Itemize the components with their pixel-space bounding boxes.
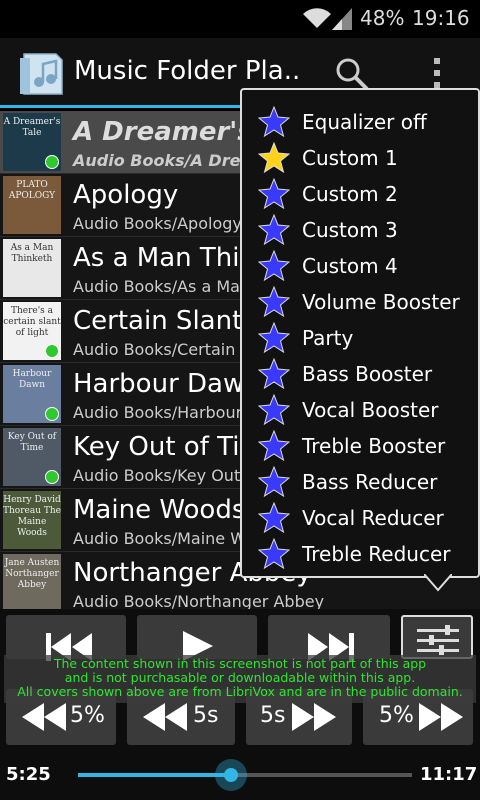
rewind-icon [143,703,187,731]
star-icon [258,286,290,318]
star-icon [258,250,290,282]
downloaded-indicator-icon [45,344,59,358]
elapsed-time: 5:25 [6,764,51,785]
app-folder-icon[interactable] [16,50,66,96]
status-bar: 48% 19:16 [0,0,480,38]
album-cover: Jane Austen Northanger Abbey [3,554,61,609]
star-icon [258,322,290,354]
equalizer-preset-label: Party [302,326,354,350]
equalizer-preset-item[interactable]: Party [242,320,478,356]
equalizer-preset-item[interactable]: Volume Booster [242,284,478,320]
notice-line: and is not purchasable or downloadable w… [64,670,416,685]
track-title: Harbour Dawn [73,369,261,399]
star-icon [258,538,290,570]
app-title: Music Folder Pla... [74,56,300,86]
equalizer-preset-label: Vocal Booster [302,398,439,422]
equalizer-preset-label: Treble Booster [302,434,446,458]
track-path: Audio Books/Northanger Abbey [73,592,325,609]
album-cover: Key Out of Time [3,428,61,486]
star-icon [258,430,290,462]
album-cover: PLATO APOLOGY [3,176,61,234]
seek-bar[interactable] [78,759,412,791]
disclaimer-notice: The content shown in this screenshot is … [4,655,476,703]
cover-text: PLATO APOLOGY [8,180,56,201]
fast-forward-icon [292,703,336,731]
equalizer-preset-item[interactable]: Vocal Booster [242,392,478,428]
cover-text: Harbour Dawn [12,369,52,390]
equalizer-preset-label: Custom 4 [302,254,398,278]
equalizer-preset-label: Equalizer off [302,110,427,134]
equalizer-preset-menu: Equalizer off Custom 1 Custom 2 Custom 3 Cus… [240,88,480,578]
equalizer-preset-label: Custom 1 [302,146,398,170]
rewind-seconds-label: 5s [193,703,219,728]
cover-text: Jane Austen Northanger Abbey [4,558,60,590]
album-cover: Harbour Dawn [3,365,61,423]
notice-line: The content shown in this screenshot is … [53,656,427,671]
equalizer-preset-label: Custom 3 [302,218,398,242]
equalizer-preset-item[interactable]: Equalizer off [242,104,478,140]
equalizer-preset-item[interactable]: Custom 2 [242,176,478,212]
rewind-icon [22,703,66,731]
downloaded-indicator-icon [45,407,59,421]
rewind-percent-label: 5% [70,703,105,728]
equalizer-preset-label: Treble Reducer [302,542,451,566]
track-path: Audio Books/Apology [73,214,242,233]
overflow-menu-icon[interactable] [432,58,442,90]
seek-progress [78,773,231,777]
star-icon [258,358,290,390]
star-icon [258,106,290,138]
equalizer-preset-label: Bass Booster [302,362,433,386]
battery-percentage: 48% [360,6,405,30]
equalizer-icon [417,625,459,655]
equalizer-preset-item[interactable]: Custom 1 [242,140,478,176]
equalizer-preset-label: Volume Booster [302,290,460,314]
search-icon[interactable] [334,56,370,92]
equalizer-preset-item[interactable]: Treble Reducer [242,536,478,572]
equalizer-preset-item[interactable]: Custom 3 [242,212,478,248]
total-time: 11:17 [420,764,478,785]
signal-icon [332,8,352,30]
seek-thumb[interactable] [215,759,247,791]
equalizer-preset-item[interactable]: Vocal Reducer [242,500,478,536]
status-clock: 19:16 [412,6,470,30]
downloaded-indicator-icon [45,155,59,169]
popup-pointer [424,574,452,592]
star-icon [258,142,290,174]
notice-line: All covers shown above are from LibriVox… [17,684,463,699]
equalizer-preset-item[interactable]: Treble Booster [242,428,478,464]
star-icon [258,214,290,246]
cover-text: Henry David Thoreau The Maine Woods [3,495,61,538]
star-icon [258,394,290,426]
album-cover: There's a certain slant of light [3,302,61,360]
equalizer-button[interactable] [401,615,473,659]
next-track-button[interactable] [268,615,390,661]
forward-percent-label: 5% [379,703,414,728]
forward-seconds-label: 5s [260,703,286,728]
track-title: Apology [73,180,179,210]
album-cover: A Dreamer's Tale [3,113,61,171]
downloaded-indicator-icon [45,470,59,484]
star-icon [258,502,290,534]
previous-track-button[interactable] [6,615,126,661]
equalizer-preset-item[interactable]: Custom 4 [242,248,478,284]
equalizer-preset-label: Vocal Reducer [302,506,444,530]
equalizer-preset-label: Bass Reducer [302,470,438,494]
album-cover: Henry David Thoreau The Maine Woods [3,491,61,549]
equalizer-preset-label: Custom 2 [302,182,398,206]
cover-text: As a Man Thinketh [10,243,54,264]
track-title: Maine Woods [73,495,246,525]
star-icon [258,466,290,498]
cover-text: There's a certain slant of light [3,306,61,338]
equalizer-preset-item[interactable]: Bass Reducer [242,464,478,500]
wifi-icon [303,8,331,28]
star-icon [258,178,290,210]
album-cover: As a Man Thinketh [3,239,61,297]
cover-text: A Dreamer's Tale [3,117,61,138]
play-button[interactable] [137,615,257,661]
fast-forward-icon [419,703,463,731]
cover-text: Key Out of Time [7,432,57,453]
equalizer-preset-item[interactable]: Bass Booster [242,356,478,392]
